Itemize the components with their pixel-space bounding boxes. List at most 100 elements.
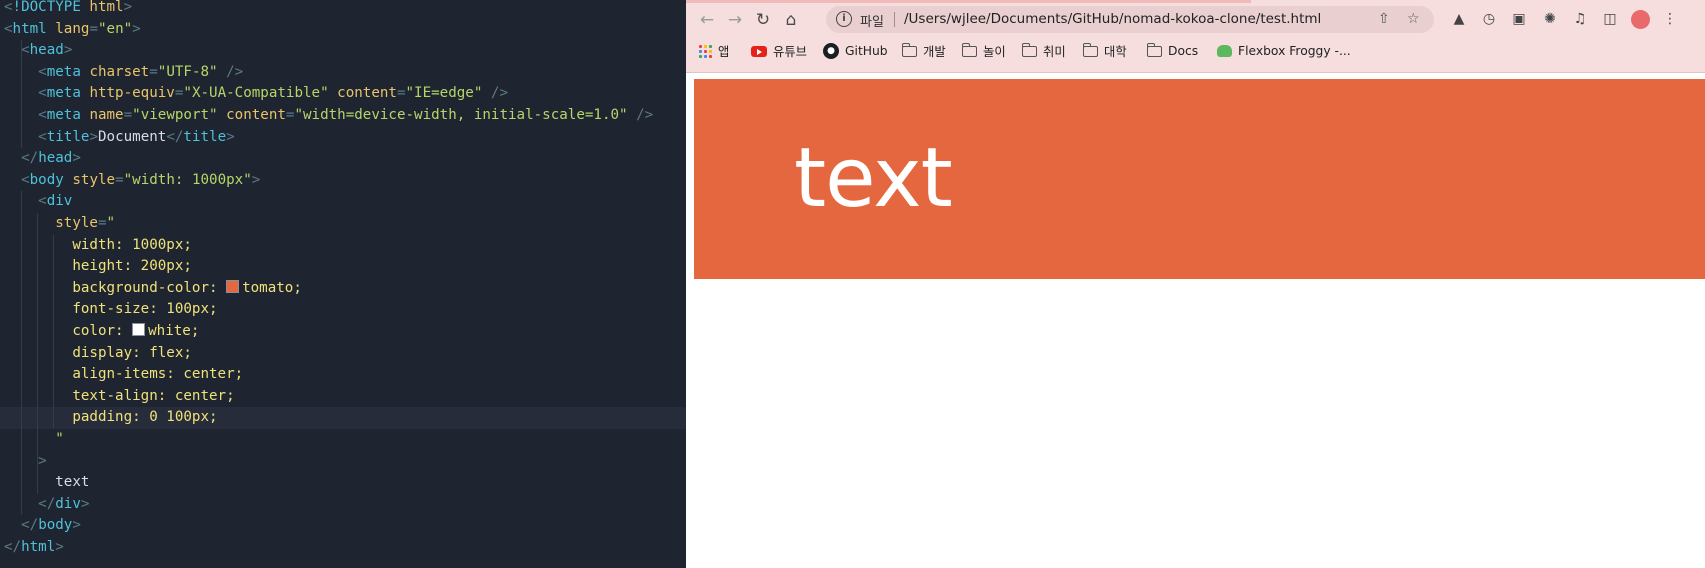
code-line[interactable]: style=" xyxy=(0,213,686,235)
reload-icon[interactable]: ↻ xyxy=(750,8,776,32)
speed-extension-icon[interactable]: ◷ xyxy=(1479,9,1499,29)
url-text[interactable]: /Users/wjlee/Documents/GitHub/nomad-koko… xyxy=(904,11,1321,27)
omnibox-separator xyxy=(894,12,895,27)
code-line[interactable]: text xyxy=(0,472,686,494)
profile-extension-icon[interactable]: ▣ xyxy=(1509,9,1529,29)
code-line[interactable]: <meta http-equiv = "X-UA-Compatible" conte… xyxy=(0,83,686,105)
bookmark-item[interactable]: 대학 xyxy=(1083,42,1127,60)
code-token: height: 200px; xyxy=(72,258,192,275)
browser-toolbar: ← → ↻ ⌂ i 파일 /Users/wjlee/Documents/GitH… xyxy=(686,0,1705,72)
bookmark-item[interactable]: Docs xyxy=(1147,42,1198,60)
avatar[interactable] xyxy=(1630,9,1650,29)
code-line[interactable]: <head> xyxy=(0,40,686,62)
bookmark-item[interactable]: 취미 xyxy=(1022,42,1066,60)
code-line[interactable]: <title>Document</title> xyxy=(0,127,686,149)
code-token: charset xyxy=(89,63,150,80)
code-line[interactable]: <body style="width: 1000px"> xyxy=(0,170,686,192)
code-token: > xyxy=(80,495,90,512)
code-token: text xyxy=(4,474,90,491)
code-line[interactable]: background-color: tomato; xyxy=(0,278,686,300)
tomato-box: text xyxy=(694,79,1705,279)
folder-icon xyxy=(1083,42,1098,57)
code-token: > xyxy=(63,42,73,59)
bookmark-label: 놀이 xyxy=(983,45,1006,59)
code-token: http-equiv xyxy=(89,85,175,102)
code-line[interactable]: align-items: center; xyxy=(0,364,686,386)
bookmark-item[interactable]: Flexbox Froggy -... xyxy=(1217,42,1351,60)
code-line[interactable]: </body> xyxy=(0,515,686,537)
side-panel-icon[interactable]: ◫ xyxy=(1600,9,1620,29)
code-token: = xyxy=(123,107,133,123)
code-line[interactable]: display: flex; xyxy=(0,343,686,365)
code-token: /> xyxy=(636,107,654,123)
code-line[interactable]: height: 200px; xyxy=(0,256,686,278)
code-line[interactable]: <meta name="viewport" content="width=dev… xyxy=(0,105,686,127)
code-line[interactable]: font-size: 100px; xyxy=(0,299,686,321)
puzzle-icon[interactable]: ✺ xyxy=(1540,9,1560,29)
bookmark-item[interactable]: 놀이 xyxy=(962,42,1006,60)
code-token: "UTF-8" xyxy=(157,63,227,80)
folder-icon xyxy=(1022,42,1037,57)
code-token: = xyxy=(149,63,158,80)
code-token: < xyxy=(38,128,47,145)
code-token: "IE=edge" xyxy=(405,85,491,102)
indent-guide xyxy=(21,40,22,149)
code-line[interactable]: <!DOCTYPE html> xyxy=(0,0,686,19)
code-line[interactable]: <html lang="en"> xyxy=(0,19,686,41)
back-arrow-icon[interactable]: ← xyxy=(694,8,720,32)
code-line[interactable]: </head> xyxy=(0,148,686,170)
code-editor[interactable]: <!DOCTYPE html> <html lang="en"> <head> <… xyxy=(0,0,686,568)
bookmark-label: 대학 xyxy=(1104,45,1127,59)
github-icon: ● xyxy=(823,43,839,59)
page-viewport: text xyxy=(686,73,1705,568)
code-token: "viewport" xyxy=(132,107,227,123)
bookmark-item[interactable]: ● GitHub xyxy=(823,42,888,60)
folder-icon xyxy=(962,42,977,57)
code-token: = xyxy=(97,215,107,231)
code-line[interactable]: <meta charset="UTF-8" /> xyxy=(0,62,686,84)
code-line[interactable]: > xyxy=(0,451,686,473)
home-icon[interactable]: ⌂ xyxy=(778,8,804,32)
code-token: "width: 1000px" xyxy=(123,171,252,188)
scheme-label: 파일 xyxy=(860,15,884,30)
code-token: content xyxy=(226,107,286,123)
bookmark-item[interactable]: 개발 xyxy=(902,42,946,60)
code-line[interactable]: width: 1000px; xyxy=(0,235,686,257)
address-bar[interactable]: i 파일 /Users/wjlee/Documents/GitHub/nomad… xyxy=(826,6,1434,33)
code-token: < xyxy=(38,63,47,80)
code-token: > xyxy=(55,539,64,555)
bookmark-item[interactable]: 앱 xyxy=(699,42,729,60)
code-token: div xyxy=(55,495,81,512)
code-token: < xyxy=(38,85,47,102)
forward-arrow-icon[interactable]: → xyxy=(722,8,748,32)
code-line[interactable]: " xyxy=(0,429,686,451)
code-line[interactable]: padding: 0 100px; xyxy=(0,407,686,429)
code-token: meta xyxy=(46,107,90,123)
code-line[interactable]: text-align: center; xyxy=(0,386,686,408)
code-token: " xyxy=(55,431,64,447)
code-line[interactable]: </div> xyxy=(0,494,686,516)
share-icon[interactable]: ⇧ xyxy=(1378,11,1390,27)
code-token: width: 1000px; xyxy=(72,236,192,253)
code-token: /> xyxy=(490,85,509,102)
info-icon[interactable]: i xyxy=(836,11,852,27)
code-line[interactable]: color: white; xyxy=(0,321,686,343)
star-icon[interactable]: ☆ xyxy=(1407,11,1420,27)
media-control-icon[interactable]: ♫ xyxy=(1570,9,1590,29)
acrobat-extension-icon[interactable]: ▲ xyxy=(1449,9,1469,29)
tab-strip-accent xyxy=(686,0,1251,3)
code-token: > xyxy=(251,171,261,188)
bookmark-item[interactable]: 유튜브 xyxy=(751,42,807,60)
code-line[interactable]: </html> xyxy=(0,537,686,559)
code-line[interactable]: <div xyxy=(0,191,686,213)
code-token: head xyxy=(38,150,73,167)
code-token: < xyxy=(21,171,30,188)
code-token: tomato; xyxy=(242,279,302,296)
kebab-menu-icon[interactable]: ⋮ xyxy=(1660,9,1680,29)
code-token: white; xyxy=(148,323,200,339)
code-token: color: xyxy=(72,323,133,339)
